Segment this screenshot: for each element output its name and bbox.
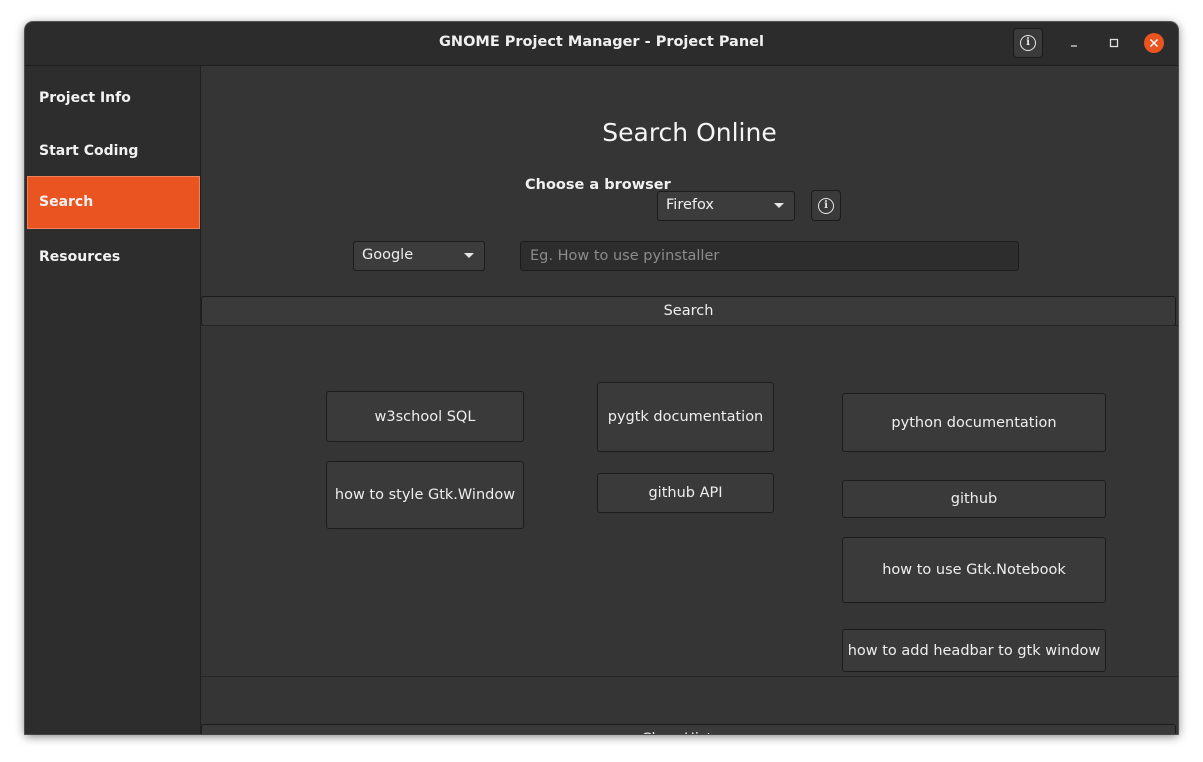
header-info-button[interactable]: i — [1013, 28, 1043, 58]
info-icon: i — [1020, 35, 1036, 51]
browser-select-value: Firefox — [666, 197, 714, 213]
history-button[interactable]: pygtk documentation — [597, 382, 774, 452]
history-button[interactable]: github API — [597, 473, 774, 513]
sidebar-item-start-coding[interactable]: Start Coding — [27, 125, 200, 178]
window-title: GNOME Project Manager - Project Panel — [439, 34, 764, 50]
info-icon: i — [818, 197, 834, 214]
browser-label: Choose a browser — [525, 177, 671, 193]
history-button[interactable]: w3school SQL — [326, 391, 524, 442]
search-button[interactable]: Search — [201, 296, 1176, 326]
chevron-down-icon — [774, 203, 784, 208]
minimize-button[interactable] — [1064, 33, 1084, 53]
sidebar-item-project-info[interactable]: Project Info — [27, 72, 200, 125]
app-window: GNOME Project Manager - Project Panel i … — [25, 22, 1178, 734]
search-input[interactable] — [520, 241, 1019, 271]
sidebar: Project Info Start Coding Search Resourc… — [25, 66, 201, 734]
clear-history-button[interactable]: Clear History — [201, 724, 1176, 734]
minimize-icon — [1071, 45, 1077, 47]
history-button[interactable]: how to style Gtk.Window — [326, 461, 524, 529]
divider — [201, 325, 1178, 326]
maximize-button[interactable] — [1104, 33, 1124, 53]
chevron-down-icon — [464, 253, 474, 258]
sidebar-item-resources[interactable]: Resources — [27, 231, 200, 284]
header-bar: GNOME Project Manager - Project Panel i — [25, 22, 1178, 66]
history-button[interactable]: github — [842, 480, 1106, 518]
browser-info-button[interactable]: i — [811, 190, 841, 221]
history-button[interactable]: python documentation — [842, 393, 1106, 452]
browser-select[interactable]: Firefox — [657, 191, 795, 221]
close-button[interactable] — [1144, 33, 1164, 53]
history-button[interactable]: how to add headbar to gtk window — [842, 629, 1106, 672]
search-engine-select[interactable]: Google — [353, 241, 485, 271]
divider — [201, 676, 1178, 677]
search-panel: Search Online Choose a browser Firefox i… — [201, 66, 1178, 734]
close-icon — [1150, 39, 1158, 47]
sidebar-item-search[interactable]: Search — [27, 176, 200, 229]
history-button[interactable]: how to use Gtk.Notebook — [842, 537, 1106, 603]
search-engine-value: Google — [362, 247, 414, 263]
maximize-icon — [1109, 38, 1119, 48]
page-title: Search Online — [602, 118, 777, 147]
